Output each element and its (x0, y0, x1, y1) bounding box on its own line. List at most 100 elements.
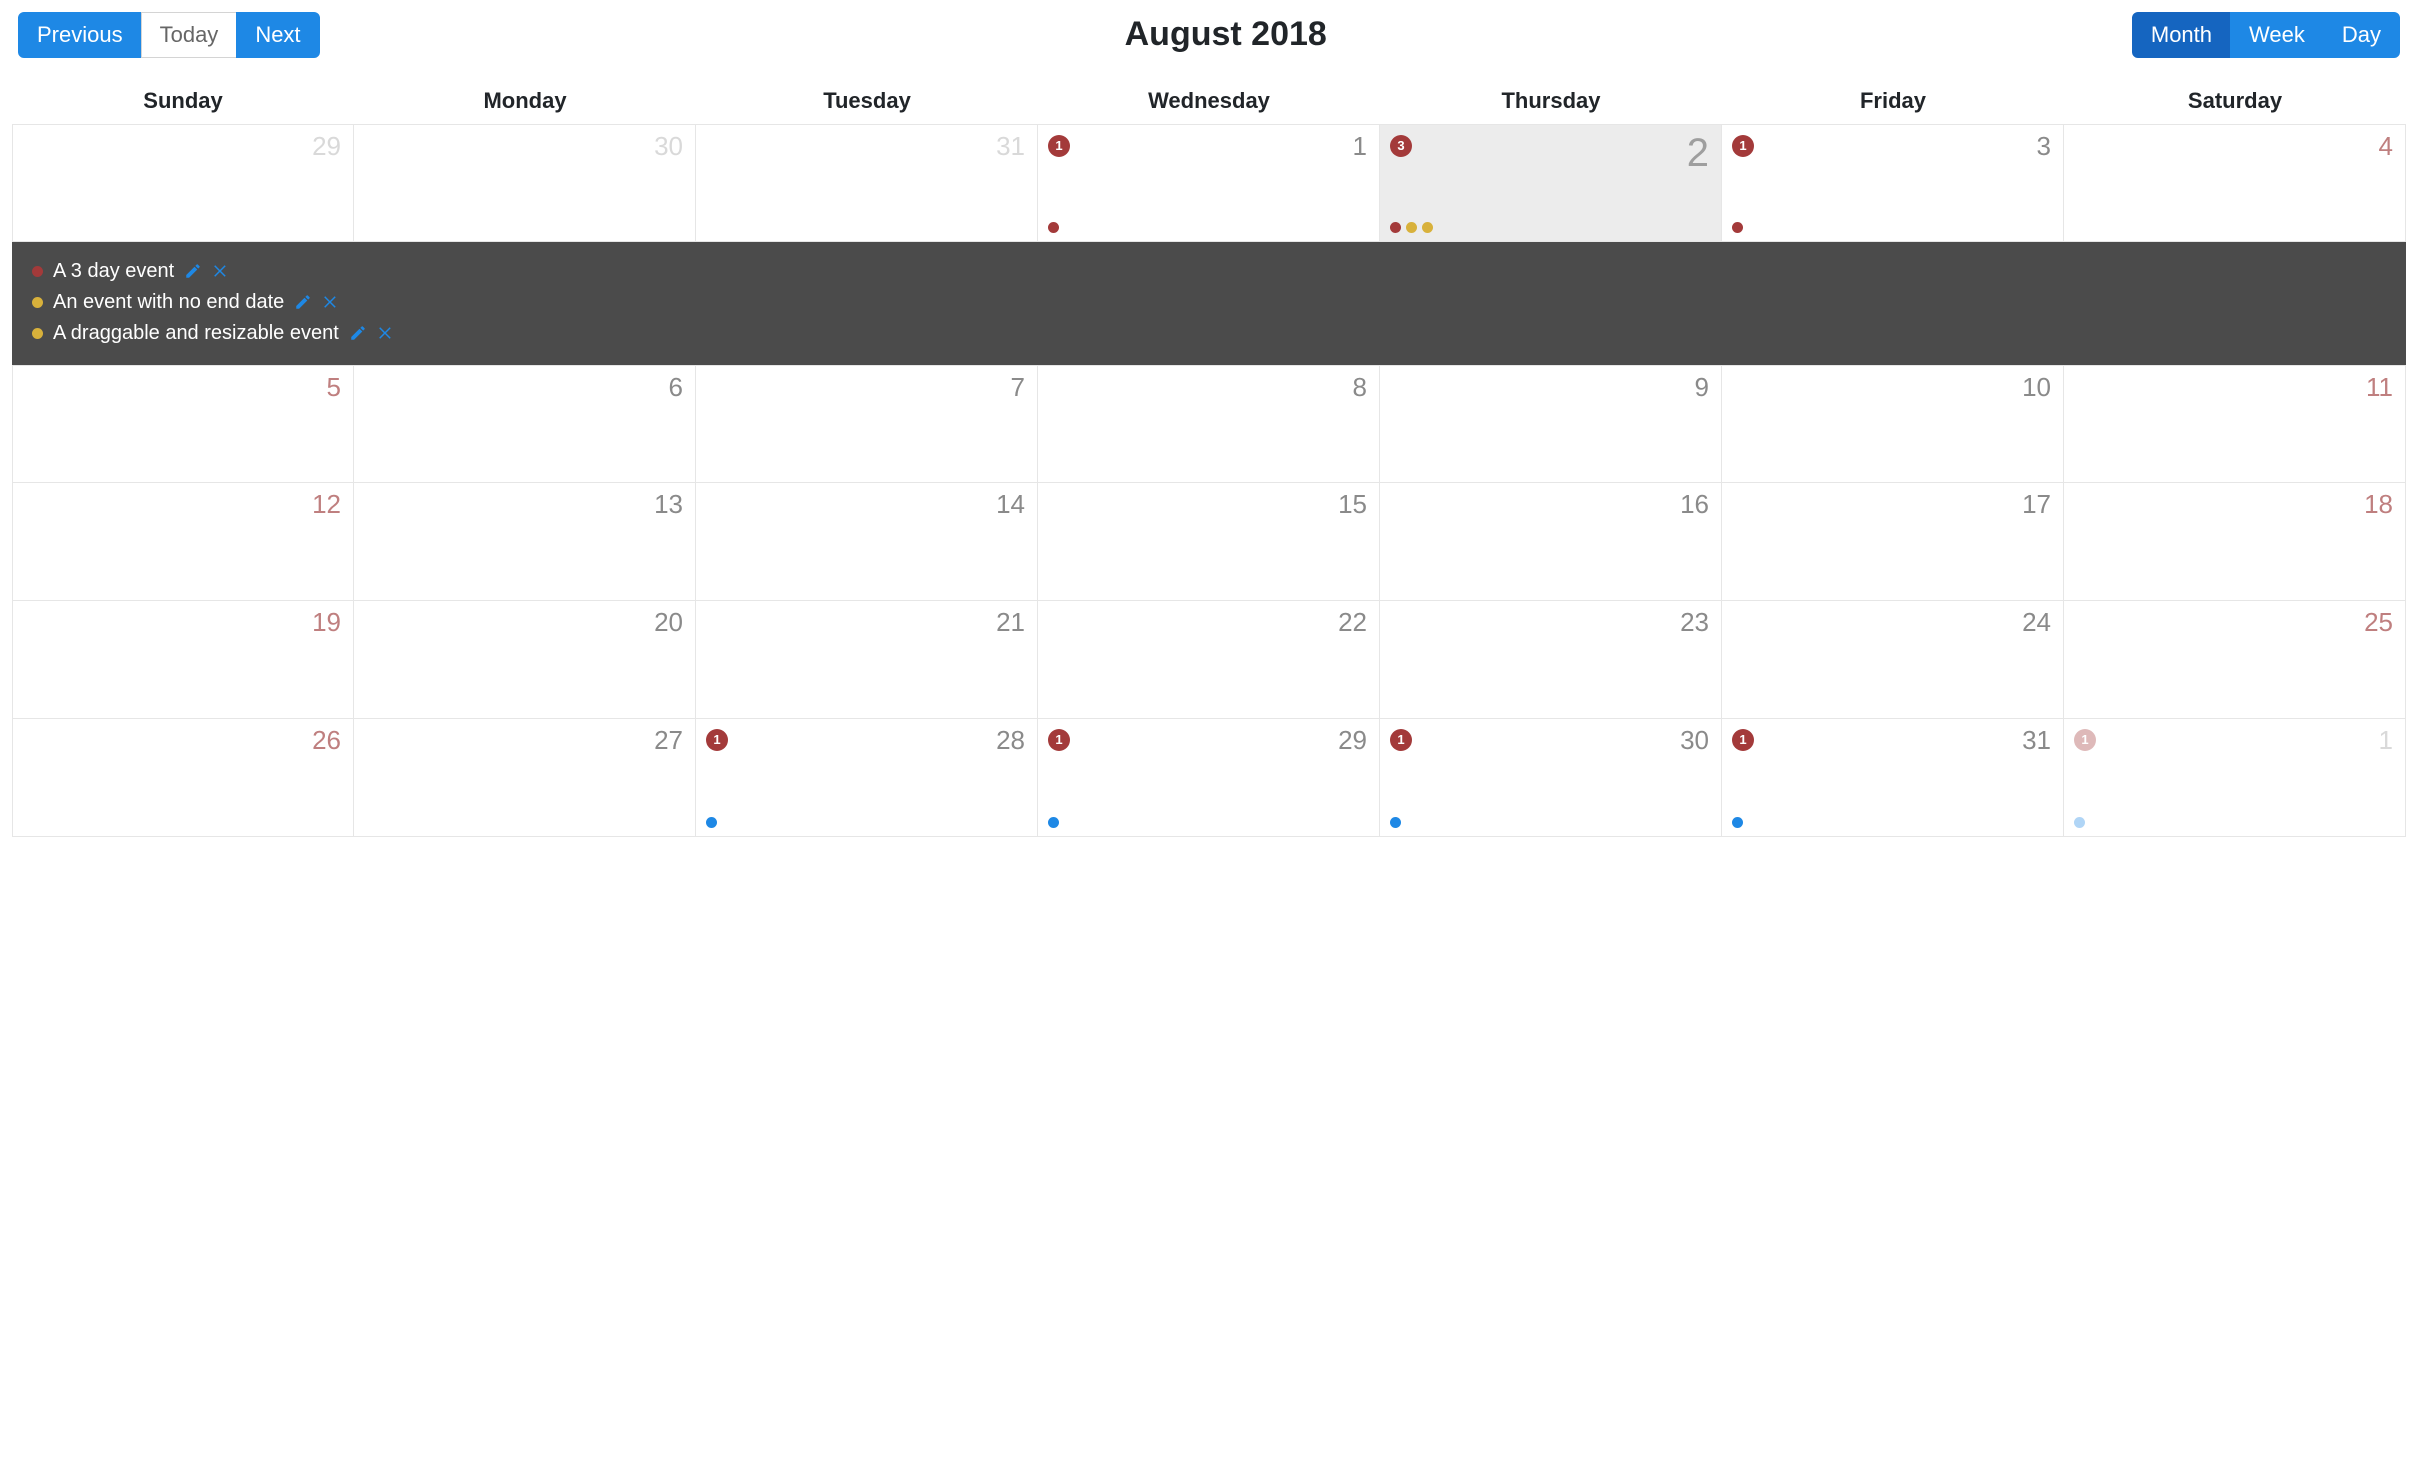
event-title: A draggable and resizable event (53, 318, 339, 349)
day-of-week-label: Monday (354, 80, 696, 124)
event-dots (1048, 817, 1059, 828)
day-number: 16 (1680, 489, 1709, 520)
event-count-badge[interactable]: 1 (706, 729, 728, 751)
day-cell[interactable]: 281 (696, 719, 1038, 837)
event-dot (2074, 817, 2085, 828)
day-cell[interactable]: 22 (1038, 601, 1380, 719)
day-cell[interactable]: 8 (1038, 365, 1380, 483)
pencil-icon[interactable] (184, 262, 202, 280)
event-count-badge[interactable]: 1 (1048, 135, 1070, 157)
event-count-badge[interactable]: 1 (1048, 729, 1070, 751)
day-number: 3 (2037, 131, 2051, 162)
day-cell[interactable]: 4 (2064, 124, 2406, 242)
day-number: 13 (654, 489, 683, 520)
event-color-dot (32, 266, 43, 277)
day-number: 6 (669, 372, 683, 403)
day-cell[interactable]: 30 (354, 124, 696, 242)
day-cell[interactable]: 5 (12, 365, 354, 483)
close-icon[interactable] (377, 324, 395, 342)
day-cell[interactable]: 16 (1380, 483, 1722, 601)
event-count-badge[interactable]: 1 (1732, 729, 1754, 751)
day-cell[interactable]: 291 (1038, 719, 1380, 837)
day-cell[interactable]: 29 (12, 124, 354, 242)
today-button[interactable]: Today (141, 12, 238, 58)
day-cell[interactable]: 12 (12, 483, 354, 601)
day-number: 9 (1695, 372, 1709, 403)
day-cell[interactable]: 31 1 (1722, 719, 2064, 837)
day-number: 20 (654, 607, 683, 638)
event-dot (1048, 222, 1059, 233)
day-cell[interactable]: 11 (2064, 365, 2406, 483)
view-month-button[interactable]: Month (2132, 12, 2231, 58)
day-cell[interactable]: 20 (354, 601, 696, 719)
view-button-group: Month Week Day (2132, 12, 2400, 58)
day-cell[interactable]: 14 (696, 483, 1038, 601)
day-number: 12 (312, 489, 341, 520)
day-cell[interactable]: 31 (696, 124, 1038, 242)
event-row[interactable]: An event with no end date (32, 287, 2386, 318)
event-dot (1406, 222, 1417, 233)
event-title: A 3 day event (53, 256, 174, 287)
day-cell[interactable]: 7 (696, 365, 1038, 483)
event-dots (1732, 222, 1743, 233)
calendar-toolbar: Previous Today Next August 2018 Month We… (12, 12, 2406, 58)
event-dot (1732, 222, 1743, 233)
day-of-week-label: Thursday (1380, 80, 1722, 124)
day-number: 4 (2379, 131, 2393, 162)
close-icon[interactable] (212, 262, 230, 280)
event-dots (1390, 817, 1401, 828)
day-cell[interactable]: 24 (1722, 601, 2064, 719)
event-dot (1390, 222, 1401, 233)
day-cell[interactable]: 31 (1722, 124, 2064, 242)
day-cell[interactable]: 23 (1380, 601, 1722, 719)
previous-button[interactable]: Previous (18, 12, 142, 58)
event-color-dot (32, 297, 43, 308)
day-cell[interactable]: 10 (1722, 365, 2064, 483)
day-cell[interactable]: 21 (696, 601, 1038, 719)
pencil-icon[interactable] (349, 324, 367, 342)
day-cell[interactable]: 13 (354, 483, 696, 601)
next-button[interactable]: Next (236, 12, 319, 58)
day-cell[interactable]: 25 (2064, 601, 2406, 719)
day-number: 18 (2364, 489, 2393, 520)
day-of-week-label: Friday (1722, 80, 2064, 124)
day-number: 19 (312, 607, 341, 638)
close-icon[interactable] (322, 293, 340, 311)
event-row[interactable]: A draggable and resizable event (32, 318, 2386, 349)
event-count-badge[interactable]: 1 (1732, 135, 1754, 157)
event-row[interactable]: A 3 day event (32, 256, 2386, 287)
event-dot (1422, 222, 1433, 233)
event-dot (1732, 817, 1743, 828)
week-row: 5 678 9 10 11 (12, 365, 2406, 483)
day-cell[interactable]: 23 (1380, 124, 1722, 242)
event-dot (1048, 817, 1059, 828)
week-row: 19 20 21 22 232425 (12, 601, 2406, 719)
event-count-badge[interactable]: 3 (1390, 135, 1412, 157)
pencil-icon[interactable] (294, 293, 312, 311)
week-row: 12 13 1415 16 17 18 (12, 483, 2406, 601)
day-cell[interactable]: 6 (354, 365, 696, 483)
day-number: 5 (327, 372, 341, 403)
day-cell[interactable]: 301 (1380, 719, 1722, 837)
day-number: 27 (654, 725, 683, 756)
event-dots (1048, 222, 1059, 233)
day-cell[interactable]: 17 (1722, 483, 2064, 601)
day-cell[interactable]: 11 (2064, 719, 2406, 837)
day-cell[interactable]: 18 (2064, 483, 2406, 601)
day-cell[interactable]: 11 (1038, 124, 1380, 242)
view-week-button[interactable]: Week (2230, 12, 2324, 58)
day-number: 31 (2022, 725, 2051, 756)
event-dots (1732, 817, 1743, 828)
day-cell[interactable]: 27 (354, 719, 696, 837)
day-cell[interactable]: 15 (1038, 483, 1380, 601)
day-cell[interactable]: 19 (12, 601, 354, 719)
day-cell[interactable]: 9 (1380, 365, 1722, 483)
event-count-badge[interactable]: 1 (1390, 729, 1412, 751)
day-number: 11 (2366, 372, 2393, 403)
day-of-week-label: Wednesday (1038, 80, 1380, 124)
day-cell[interactable]: 26 (12, 719, 354, 837)
view-day-button[interactable]: Day (2323, 12, 2400, 58)
day-number: 22 (1338, 607, 1367, 638)
event-count-badge[interactable]: 1 (2074, 729, 2096, 751)
day-number: 30 (654, 131, 683, 162)
